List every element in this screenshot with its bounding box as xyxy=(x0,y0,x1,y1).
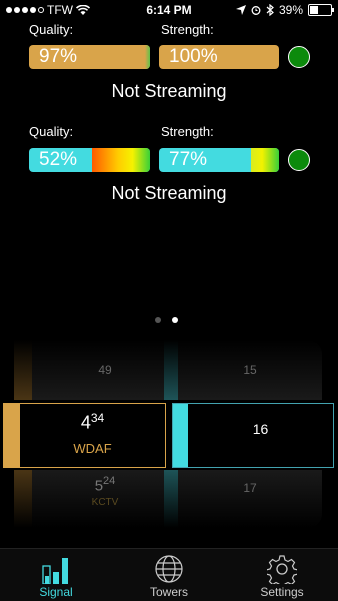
channel-above-right[interactable]: 15 xyxy=(178,363,322,377)
channel-below-callsign: KCTV xyxy=(91,497,119,508)
channel-number: 16 xyxy=(252,421,269,437)
channel-number: 434 xyxy=(80,411,105,433)
strength-label: Strength: xyxy=(161,124,214,139)
globe-icon xyxy=(155,555,183,583)
tab-label: Signal xyxy=(39,585,73,599)
quality-value: 52% xyxy=(39,149,78,170)
strength-value: 77% xyxy=(169,149,208,170)
battery-percent: 39% xyxy=(278,3,303,17)
strength-bar: 100% xyxy=(159,45,279,69)
selected-channel-right[interactable]: 16 xyxy=(172,403,334,468)
tab-signal[interactable]: Signal xyxy=(0,549,112,601)
bluetooth-icon xyxy=(266,4,274,16)
quality-bar: 97% xyxy=(29,45,150,69)
page-dot-active[interactable] xyxy=(172,317,178,323)
selected-channel-left[interactable]: 434 WDAF xyxy=(3,403,166,468)
page-dot[interactable] xyxy=(155,317,161,323)
tab-label: Towers xyxy=(149,585,188,599)
quality-label: Quality: xyxy=(29,22,74,37)
quality-label: Quality: xyxy=(29,124,74,139)
tab-towers[interactable]: Towers xyxy=(113,549,225,601)
channel-picker[interactable]: 49 15 434 WDAF 16 524 KCTV 17 xyxy=(0,338,338,543)
status-indicator xyxy=(288,149,310,171)
channel-below-right[interactable]: 17 xyxy=(178,481,322,495)
strength-label: Strength: xyxy=(161,22,214,37)
strength-bar: 77% xyxy=(159,148,279,172)
channel-below-left[interactable]: 524 xyxy=(30,475,180,495)
strength-value: 100% xyxy=(169,46,218,67)
status-right: 39% xyxy=(235,3,334,17)
status-indicator xyxy=(288,46,310,68)
status-bar: TFW 6:14 PM 39% xyxy=(0,0,338,20)
quality-bar: 52% xyxy=(29,148,150,172)
tab-bar: Signal Towers Settings xyxy=(0,548,338,601)
signal-bars-icon xyxy=(42,558,68,584)
tab-settings[interactable]: Settings xyxy=(226,549,338,601)
gear-icon xyxy=(267,555,297,584)
battery-icon xyxy=(308,4,334,16)
tab-label: Settings xyxy=(260,585,304,599)
stream-status: Not Streaming xyxy=(111,183,227,203)
location-arrow-icon xyxy=(235,5,246,15)
channel-callsign: WDAF xyxy=(73,441,112,456)
quality-value: 97% xyxy=(39,46,78,67)
page-indicator[interactable] xyxy=(155,317,178,323)
alarm-icon xyxy=(251,6,261,15)
stream-status: Not Streaming xyxy=(111,81,227,101)
channel-above-left[interactable]: 49 xyxy=(30,363,180,377)
